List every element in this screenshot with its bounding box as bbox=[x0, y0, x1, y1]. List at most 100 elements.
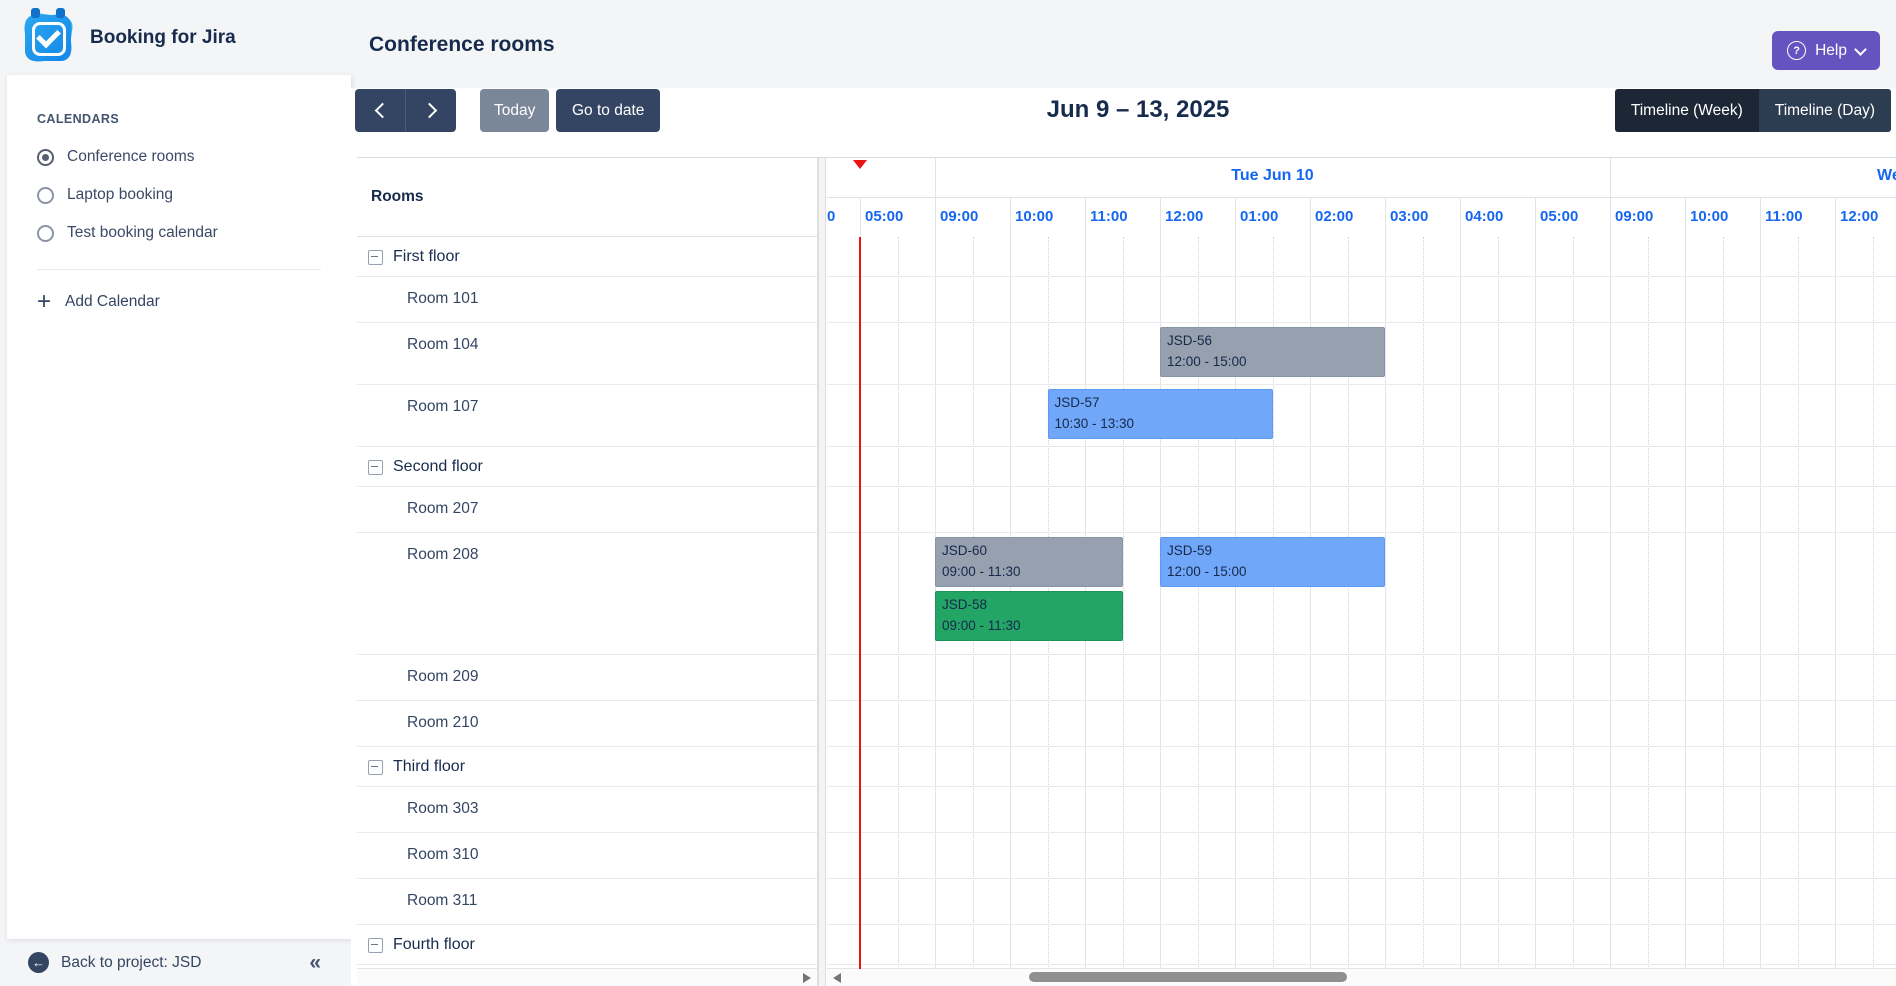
plus-icon: + bbox=[37, 292, 51, 312]
timeline-area: Tue Jun 10Wed Jun 11 04:0005:0009:0010:0… bbox=[827, 158, 1896, 986]
floor-group-row[interactable]: First floor bbox=[357, 237, 817, 277]
go-to-date-button[interactable]: Go to date bbox=[556, 89, 660, 132]
today-button[interactable]: Today bbox=[480, 89, 549, 132]
calendar-option-label: Laptop booking bbox=[67, 186, 173, 204]
tab-timeline-day[interactable]: Timeline (Day) bbox=[1759, 89, 1891, 132]
collapse-group-icon[interactable] bbox=[368, 460, 383, 475]
floor-group-row[interactable]: Third floor bbox=[357, 747, 817, 787]
time-slot-label: 11:00 bbox=[1765, 208, 1803, 225]
timeline-group-row[interactable] bbox=[827, 447, 1896, 487]
hour-tick-line bbox=[1760, 198, 1761, 237]
radio-icon[interactable] bbox=[37, 225, 54, 242]
booking-event[interactable]: JSD-6009:00 - 11:30 bbox=[935, 537, 1123, 587]
collapse-group-icon[interactable] bbox=[368, 760, 383, 775]
calendar-toolbar: Today Go to date Jun 9 – 13, 2025 Timeli… bbox=[351, 88, 1896, 157]
day-header-label: Wed Jun 11 bbox=[1877, 167, 1896, 185]
floor-group-label-wrap: First floor bbox=[357, 237, 817, 266]
floor-group-label: Second floor bbox=[393, 458, 483, 476]
now-indicator-line bbox=[859, 237, 861, 969]
floor-group-row[interactable]: Fourth floor bbox=[357, 925, 817, 965]
timeline-room-row[interactable] bbox=[827, 655, 1896, 701]
room-row[interactable]: Room 210 bbox=[357, 701, 817, 747]
time-slot-label: 04:00 bbox=[827, 208, 835, 225]
calendar-option[interactable]: Laptop booking bbox=[7, 176, 351, 214]
booking-event[interactable]: JSD-5612:00 - 15:00 bbox=[1160, 327, 1385, 377]
event-id-label: JSD-59 bbox=[1167, 541, 1378, 562]
room-row[interactable]: Room 207 bbox=[357, 487, 817, 533]
collapse-group-icon[interactable] bbox=[368, 938, 383, 953]
calendars-list: Conference rooms Laptop booking Test booki… bbox=[7, 138, 351, 252]
room-name-label: Room 209 bbox=[357, 655, 817, 686]
calendar-option[interactable]: Conference rooms bbox=[7, 138, 351, 176]
hour-tick-line bbox=[860, 198, 861, 237]
back-to-project-label: Back to project: JSD bbox=[61, 954, 201, 972]
room-row[interactable]: Room 104 bbox=[357, 323, 817, 385]
vertical-scrollbar[interactable] bbox=[818, 158, 826, 986]
floor-group-label-wrap: Second floor bbox=[357, 447, 817, 476]
room-row[interactable]: Room 311 bbox=[357, 879, 817, 925]
event-time-label: 09:00 - 11:30 bbox=[942, 616, 1116, 636]
timeline-group-row[interactable] bbox=[827, 925, 1896, 965]
booking-event[interactable]: JSD-5912:00 - 15:00 bbox=[1160, 537, 1385, 587]
help-button[interactable]: ? Help bbox=[1772, 31, 1880, 70]
booking-event[interactable]: JSD-5809:00 - 11:30 bbox=[935, 591, 1123, 641]
room-row[interactable]: Room 209 bbox=[357, 655, 817, 701]
add-calendar-button[interactable]: + Add Calendar bbox=[37, 292, 351, 312]
room-row[interactable]: Room 107 bbox=[357, 385, 817, 447]
floor-group-row[interactable]: Second floor bbox=[357, 447, 817, 487]
help-label: Help bbox=[1815, 42, 1847, 60]
scrollbar-thumb[interactable] bbox=[1029, 972, 1347, 982]
main-area: Conference rooms ? Help Today Go to date… bbox=[351, 0, 1896, 986]
hour-tick-line bbox=[1010, 198, 1011, 237]
booking-app: Booking for Jira CALENDARS Conference ro… bbox=[0, 0, 1896, 986]
tab-timeline-week[interactable]: Timeline (Week) bbox=[1615, 89, 1759, 132]
timeline-room-row[interactable] bbox=[827, 701, 1896, 747]
page-title: Conference rooms bbox=[369, 33, 555, 57]
room-row[interactable]: Room 101 bbox=[357, 277, 817, 323]
time-slot-label: 04:00 bbox=[1465, 208, 1503, 225]
time-slot-label: 11:00 bbox=[1090, 208, 1128, 225]
hour-tick-line bbox=[1235, 198, 1236, 237]
booking-event[interactable]: JSD-5710:30 - 13:30 bbox=[1048, 389, 1273, 439]
time-slot-label: 05:00 bbox=[1540, 208, 1578, 225]
day-header-label: Tue Jun 10 bbox=[935, 167, 1610, 185]
room-row[interactable]: Room 310 bbox=[357, 833, 817, 879]
hour-tick-line bbox=[1835, 198, 1836, 237]
timeline-room-row[interactable] bbox=[827, 277, 1896, 323]
rooms-horizontal-scrollbar[interactable] bbox=[357, 968, 817, 986]
time-slot-label: 09:00 bbox=[1615, 208, 1653, 225]
floor-group-label-wrap: Fourth floor bbox=[357, 925, 817, 954]
timeline-room-row[interactable] bbox=[827, 833, 1896, 879]
hour-tick-line bbox=[1460, 198, 1461, 237]
collapse-group-icon[interactable] bbox=[368, 250, 383, 265]
calendar-option-label: Conference rooms bbox=[67, 148, 195, 166]
add-calendar-label: Add Calendar bbox=[65, 293, 160, 311]
scroll-left-icon[interactable] bbox=[833, 973, 841, 983]
hour-tick-line bbox=[1535, 198, 1536, 237]
timeline-room-row[interactable] bbox=[827, 487, 1896, 533]
help-icon: ? bbox=[1787, 41, 1806, 60]
collapse-sidebar-button[interactable]: « bbox=[309, 951, 321, 975]
timeline-room-row[interactable] bbox=[827, 879, 1896, 925]
calendar-option[interactable]: Test booking calendar bbox=[7, 214, 351, 252]
room-name-label: Room 107 bbox=[357, 385, 817, 416]
radio-icon[interactable] bbox=[37, 187, 54, 204]
hour-tick-line bbox=[1385, 198, 1386, 237]
timeline-horizontal-scrollbar[interactable] bbox=[827, 968, 1896, 986]
room-row[interactable]: Room 303 bbox=[357, 787, 817, 833]
scroll-right-icon[interactable] bbox=[803, 973, 811, 983]
content-surface: Today Go to date Jun 9 – 13, 2025 Timeli… bbox=[351, 88, 1896, 986]
timeline-room-row[interactable] bbox=[827, 385, 1896, 447]
rooms-panel: Rooms First floorRoom 101Room 104Room 10… bbox=[357, 158, 818, 986]
timeline-group-row[interactable] bbox=[827, 747, 1896, 787]
radio-selected-icon[interactable] bbox=[37, 149, 54, 166]
sidebar-footer: ← Back to project: JSD « bbox=[0, 939, 351, 986]
timeline-room-row[interactable] bbox=[827, 787, 1896, 833]
event-time-label: 12:00 - 15:00 bbox=[1167, 562, 1378, 582]
time-slot-label: 05:00 bbox=[865, 208, 903, 225]
timeline-group-row[interactable] bbox=[827, 237, 1896, 277]
next-button[interactable] bbox=[406, 89, 456, 132]
room-row[interactable]: Room 208 bbox=[357, 533, 817, 655]
prev-button[interactable] bbox=[355, 89, 406, 132]
back-to-project-link[interactable]: ← Back to project: JSD bbox=[28, 952, 201, 973]
